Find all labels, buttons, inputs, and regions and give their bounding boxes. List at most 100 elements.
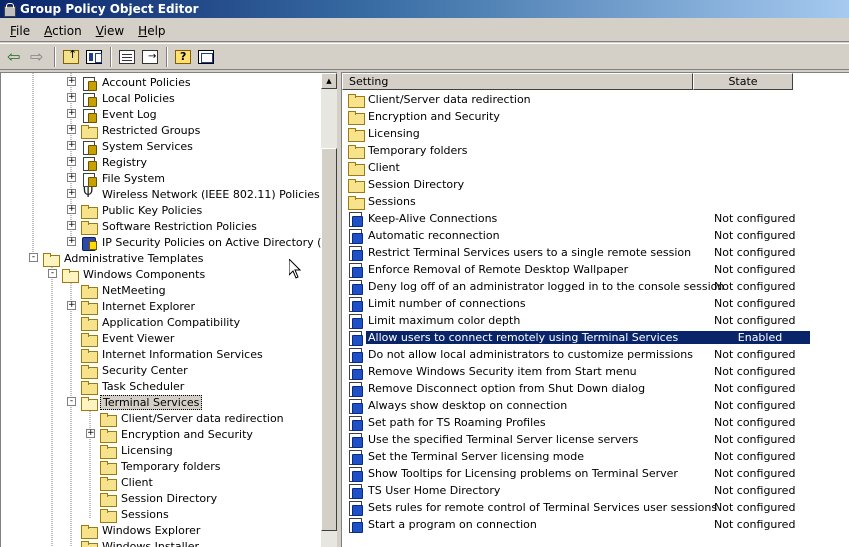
- menu-view[interactable]: View: [89, 22, 131, 40]
- column-header-state[interactable]: State: [693, 73, 793, 90]
- list-setting-row[interactable]: Set path for TS Roaming Profiles Not conf…: [348, 414, 810, 431]
- tree-item[interactable]: + Restricted Groups: [67, 122, 202, 139]
- list-setting-row[interactable]: Deny log off of an administrator logged …: [348, 278, 810, 295]
- tree-item[interactable]: - Administrative Templates: [29, 250, 206, 267]
- list-setting-row[interactable]: Sets rules for remote control of Termina…: [348, 499, 810, 516]
- expand-icon[interactable]: +: [67, 301, 76, 310]
- expand-icon[interactable]: +: [67, 189, 76, 198]
- list-setting-row[interactable]: Use the specified Terminal Server licens…: [348, 431, 810, 448]
- tree-item[interactable]: Application Compatibility: [81, 314, 242, 331]
- tree-item[interactable]: Windows Explorer: [81, 522, 202, 539]
- list-setting-row[interactable]: Always show desktop on connection Not con…: [348, 397, 810, 414]
- tree-item[interactable]: + Public Key Policies: [67, 202, 204, 219]
- expand-icon[interactable]: +: [67, 157, 76, 166]
- show-hide-console-tree-button[interactable]: [195, 46, 217, 68]
- console-tree-pane[interactable]: + Account Policies + Local Policies + Event L…: [0, 72, 337, 547]
- list-setting-row[interactable]: Remove Disconnect option from Shut Down …: [348, 380, 810, 397]
- list-setting-row[interactable]: Enforce Removal of Remote Desktop Wallpa…: [348, 261, 810, 278]
- tree-item[interactable]: + Event Log: [67, 106, 159, 123]
- list-setting-row[interactable]: Restrict Terminal Services users to a si…: [348, 244, 810, 261]
- scrollbar-thumb[interactable]: [321, 148, 337, 531]
- tree-item[interactable]: Licensing: [100, 442, 175, 459]
- list-setting-row[interactable]: Do not allow local administrators to cus…: [348, 346, 810, 363]
- tree-vertical-scrollbar[interactable]: ▲: [321, 73, 337, 547]
- tree-item-label: Sessions: [121, 507, 169, 521]
- list-folder-row[interactable]: Session Directory: [348, 176, 810, 193]
- tree-item[interactable]: Windows Installer: [81, 538, 201, 547]
- tree-item[interactable]: + IP Security Policies on Active Director…: [67, 234, 337, 251]
- list-setting-row[interactable]: Allow users to connect remotely using Te…: [348, 329, 810, 346]
- export-list-button[interactable]: [139, 46, 161, 68]
- expand-icon[interactable]: +: [67, 221, 76, 230]
- tree-item[interactable]: - Windows Components: [48, 266, 207, 283]
- column-header-setting[interactable]: Setting: [342, 73, 693, 90]
- tree-item[interactable]: Temporary folders: [100, 458, 223, 475]
- list-folder-row[interactable]: Client: [348, 159, 810, 176]
- list-setting-row[interactable]: Remove Windows Security item from Start …: [348, 363, 810, 380]
- expand-icon[interactable]: +: [67, 77, 76, 86]
- list-setting-row[interactable]: Limit maximum color depth Not configured: [348, 312, 810, 329]
- tree-item[interactable]: + Account Policies: [67, 74, 193, 91]
- expand-icon[interactable]: +: [67, 237, 76, 246]
- expand-icon[interactable]: +: [67, 141, 76, 150]
- folder-icon: [81, 540, 98, 547]
- tree-item-label: System Services: [102, 139, 193, 153]
- tree-item[interactable]: + Internet Explorer: [67, 298, 197, 315]
- expand-icon[interactable]: +: [67, 173, 76, 182]
- up-one-level-button[interactable]: [60, 46, 82, 68]
- setting-name: Restrict Terminal Services users to a si…: [368, 246, 692, 259]
- menu-action[interactable]: Action: [37, 22, 89, 40]
- list-setting-row[interactable]: Start a program on connection Not configu…: [348, 516, 810, 533]
- list-setting-row[interactable]: Automatic reconnection Not configured: [348, 227, 810, 244]
- tree-item[interactable]: + System Services: [67, 138, 195, 155]
- setting-name: Enforce Removal of Remote Desktop Wallpa…: [368, 263, 629, 276]
- collapse-icon[interactable]: -: [67, 397, 76, 406]
- setting-name: Deny log off of an administrator logged …: [368, 280, 725, 293]
- tree-item[interactable]: + Registry: [67, 154, 149, 171]
- list-folder-row[interactable]: Licensing: [348, 125, 810, 142]
- details-pane[interactable]: Setting State Client/Server data redirec…: [341, 72, 849, 547]
- tree-item[interactable]: + Local Policies: [67, 90, 177, 107]
- list-setting-row[interactable]: TS User Home Directory Not configured: [348, 482, 810, 499]
- list-setting-row[interactable]: Set the Terminal Server licensing mode No…: [348, 448, 810, 465]
- list-folder-row[interactable]: Sessions: [348, 193, 810, 210]
- collapse-icon[interactable]: -: [48, 269, 57, 278]
- back-button[interactable]: [4, 46, 26, 68]
- list-setting-row[interactable]: Keep-Alive Connections Not configured: [348, 210, 810, 227]
- expand-icon[interactable]: +: [67, 93, 76, 102]
- tree-item[interactable]: Session Directory: [100, 490, 219, 507]
- tree-item[interactable]: + File System: [67, 170, 167, 187]
- folder-icon: [81, 524, 98, 539]
- tree-item[interactable]: + Software Restriction Policies: [67, 218, 259, 235]
- expand-icon[interactable]: +: [86, 429, 95, 438]
- tree-item[interactable]: - Terminal Services: [67, 394, 203, 411]
- tree-item[interactable]: Client/Server data redirection: [100, 410, 286, 427]
- menu-file[interactable]: File: [3, 22, 37, 40]
- list-setting-row[interactable]: Limit number of connections Not configure…: [348, 295, 810, 312]
- expand-icon[interactable]: +: [67, 125, 76, 134]
- tree-item[interactable]: Event Viewer: [81, 330, 176, 347]
- tree-item[interactable]: + Encryption and Security: [86, 426, 255, 443]
- tree-item[interactable]: Sessions: [100, 506, 171, 523]
- list-folder-row[interactable]: Temporary folders: [348, 142, 810, 159]
- scroll-up-arrow-icon[interactable]: ▲: [321, 73, 337, 89]
- setting-state: Not configured: [714, 399, 796, 412]
- expand-icon[interactable]: +: [67, 205, 76, 214]
- expand-icon[interactable]: +: [67, 109, 76, 118]
- forward-button[interactable]: [27, 46, 49, 68]
- tree-item[interactable]: Client: [100, 474, 155, 491]
- show-hide-tree-button[interactable]: [83, 46, 105, 68]
- tree-item[interactable]: + Wireless Network (IEEE 802.11) Policies: [67, 186, 322, 202]
- properties-button[interactable]: [116, 46, 138, 68]
- menu-help[interactable]: Help: [131, 22, 172, 40]
- list-folder-row[interactable]: Encryption and Security: [348, 108, 810, 125]
- list-folder-row[interactable]: Client/Server data redirection: [348, 91, 810, 108]
- help-button[interactable]: [172, 46, 194, 68]
- folder-icon: [100, 492, 117, 507]
- tree-item[interactable]: Internet Information Services: [81, 346, 265, 363]
- tree-item[interactable]: Task Scheduler: [81, 378, 186, 395]
- tree-item[interactable]: Security Center: [81, 362, 190, 379]
- list-setting-row[interactable]: Show Tooltips for Licensing problems on …: [348, 465, 810, 482]
- collapse-icon[interactable]: -: [29, 253, 38, 262]
- tree-item[interactable]: NetMeeting: [81, 282, 168, 299]
